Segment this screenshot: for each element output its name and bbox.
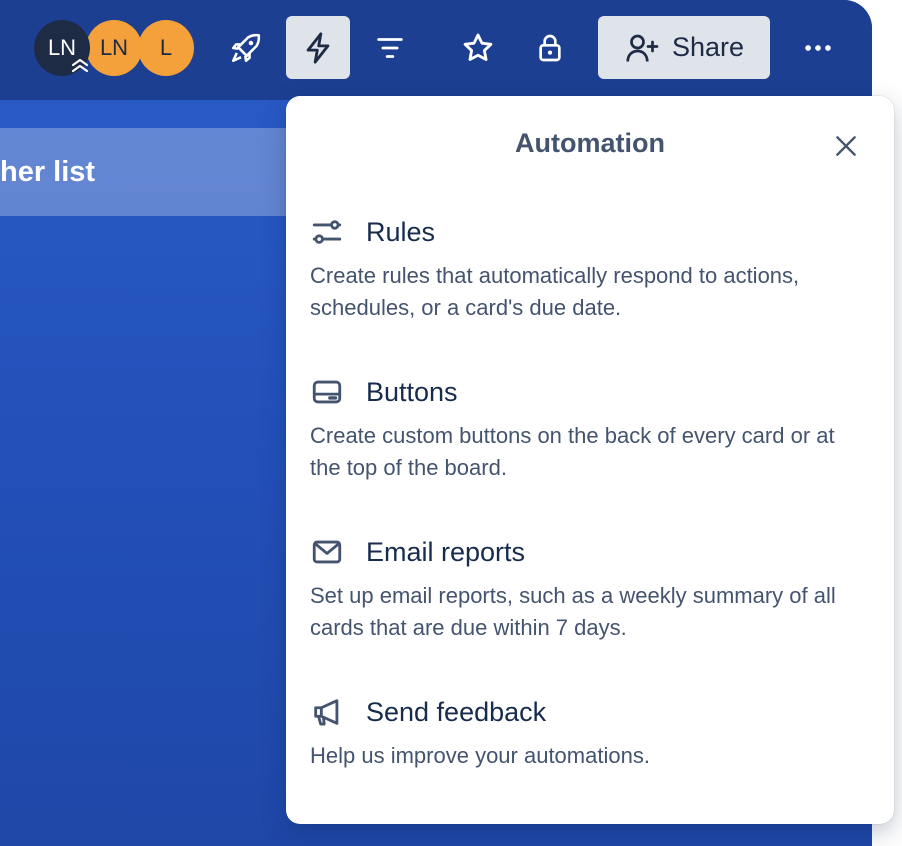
- card-button-icon: [312, 380, 342, 404]
- list-header[interactable]: her list: [0, 128, 322, 216]
- megaphone-icon: [314, 699, 339, 726]
- automation-button[interactable]: [286, 16, 350, 79]
- popover-title: Automation: [515, 128, 665, 158]
- filter-button[interactable]: [358, 16, 422, 79]
- item-description: Create rules that automatically respond …: [310, 263, 800, 320]
- more-menu-button[interactable]: [786, 16, 850, 79]
- item-title: Email reports: [366, 536, 526, 567]
- add-member-icon: [626, 34, 659, 62]
- lightning-icon: [306, 31, 330, 64]
- power-ups-button[interactable]: [214, 16, 278, 79]
- item-title: Rules: [366, 216, 436, 247]
- item-description: Help us improve your automations.: [310, 743, 650, 768]
- item-description: Set up email reports, such as a weekly s…: [310, 583, 836, 640]
- member-avatar-initials: LN: [99, 35, 129, 60]
- close-button[interactable]: [826, 126, 866, 166]
- share-button[interactable]: Share: [598, 16, 770, 79]
- close-icon: [836, 136, 856, 156]
- automation-item-email-reports[interactable]: Email reports Set up email reports, such…: [310, 532, 870, 644]
- member-avatar-2[interactable]: LN: [86, 20, 142, 76]
- item-title: Send feedback: [366, 696, 547, 727]
- member-avatar-initials: L: [159, 35, 173, 60]
- star-icon: [463, 33, 493, 61]
- more-icon: [805, 44, 831, 51]
- automation-item-send-feedback[interactable]: Send feedback Help us improve your autom…: [310, 692, 870, 772]
- automation-popover: Automation Rules Create rules that autom…: [286, 96, 894, 824]
- item-title: Buttons: [366, 376, 458, 407]
- filter-icon: [377, 37, 403, 58]
- rocket-icon: [231, 33, 261, 62]
- share-label: Share: [671, 32, 745, 62]
- automation-item-buttons[interactable]: Buttons Create custom buttons on the bac…: [310, 372, 870, 484]
- list-title: her list: [0, 156, 96, 188]
- sliders-icon: [312, 220, 342, 244]
- visibility-button[interactable]: [518, 16, 582, 79]
- admin-chevron-icon: [71, 58, 89, 73]
- star-board-button[interactable]: [446, 16, 510, 79]
- member-avatar-3[interactable]: L: [138, 20, 194, 76]
- item-description: Create custom buttons on the back of eve…: [310, 423, 835, 480]
- lock-icon: [539, 34, 561, 61]
- automation-item-rules[interactable]: Rules Create rules that automatically re…: [310, 212, 870, 324]
- envelope-icon: [312, 540, 342, 564]
